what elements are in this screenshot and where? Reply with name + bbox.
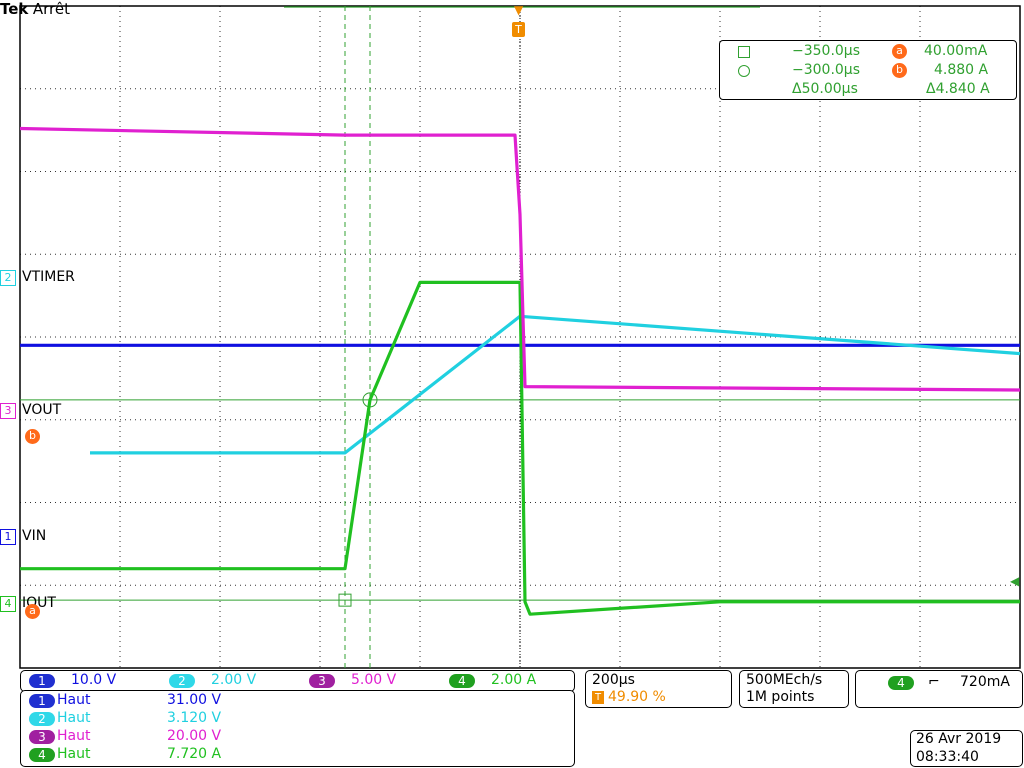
- measurement-value: 20.00 V: [167, 728, 222, 744]
- waveform-plot: [19, 5, 1021, 669]
- measurement-row[interactable]: 1 Haut 31.00 V: [29, 692, 569, 710]
- channel-scale-4[interactable]: 4 2.00 A: [449, 672, 585, 691]
- acquisition-state: Arrêt: [32, 0, 70, 18]
- cursor-a-marker[interactable]: a: [25, 604, 40, 619]
- channel-badge: 2: [169, 674, 195, 688]
- measurement-value: 3.120 V: [167, 710, 222, 726]
- channel-scale-value: 10.0 V: [71, 672, 117, 688]
- cursor-a-value: 40.00mA: [924, 43, 988, 59]
- brand-label: Tek: [0, 0, 29, 18]
- channel-scale-3[interactable]: 3 5.00 V: [309, 672, 445, 691]
- channel-scale-value: 5.00 V: [351, 672, 397, 688]
- channel-scale-bar: 1 10.0 V 2 2.00 V 3 5.00 V 4 2.00 A: [20, 670, 575, 692]
- trigger-position: 49.90 %: [608, 689, 666, 705]
- measurement-channel-badge: 1: [29, 694, 55, 708]
- vout-label: VOUT: [22, 402, 62, 418]
- cursor-b-marker[interactable]: b: [25, 429, 40, 444]
- cursor-dv: Δ4.840 A: [926, 81, 990, 97]
- date-label: 26 Avr 2019: [916, 731, 1002, 747]
- measurement-label: Haut: [57, 692, 91, 708]
- cursor-t2: −300.0µs: [792, 62, 861, 78]
- trigger-panel[interactable]: 4 ⌐ 720mA: [855, 670, 1023, 708]
- cursor-a-icon: a: [892, 44, 907, 59]
- trigger-level: 720mA: [960, 674, 1010, 690]
- channel-badge: 3: [309, 674, 335, 688]
- time-label: 08:33:40: [916, 749, 979, 765]
- trigger-slope-icon: ⌐: [928, 674, 940, 690]
- measurement-label: Haut: [57, 710, 91, 726]
- cursor-dt: Δ50.00µs: [792, 81, 858, 97]
- cursor-readout: −350.0µs −300.0µs Δ50.00µs a b 40.00mA 4…: [719, 40, 1017, 100]
- vin-label: VIN: [22, 528, 47, 544]
- ch1-marker[interactable]: 1: [0, 529, 16, 545]
- cursor-circle-icon: [738, 65, 750, 77]
- ch2-marker[interactable]: 2: [0, 270, 16, 286]
- measurement-row[interactable]: 3 Haut 20.00 V: [29, 728, 569, 746]
- channel-badge: 4: [449, 674, 475, 688]
- ch4-marker[interactable]: 4: [0, 596, 16, 612]
- record-length: 1M points: [746, 689, 815, 705]
- measurement-row[interactable]: 4 Haut 7.720 A: [29, 746, 569, 764]
- trigger-position-icon: T: [592, 691, 604, 704]
- trigger-arrow-icon: ▼: [514, 3, 524, 17]
- cursor-b-value: 4.880 A: [934, 62, 989, 78]
- sample-rate: 500MEch/s: [746, 672, 823, 688]
- trigger-position-marker[interactable]: T: [512, 22, 525, 37]
- channel-badge: 1: [29, 674, 55, 688]
- channel-scale-value: 2.00 V: [211, 672, 257, 688]
- measurement-channel-badge: 2: [29, 712, 55, 726]
- trigger-level-arrow-icon[interactable]: ◀: [1010, 574, 1019, 588]
- measurement-label: Haut: [57, 746, 91, 762]
- measurement-value: 7.720 A: [167, 746, 222, 762]
- acquisition-panel[interactable]: 500MEch/s 1M points: [739, 670, 849, 708]
- channel-scale-1[interactable]: 1 10.0 V: [29, 672, 165, 691]
- trigger-source-badge: 4: [888, 676, 914, 690]
- measurements-panel: 1 Haut 31.00 V 2 Haut 3.120 V 3 Haut 20.00 V 4 Hau…: [20, 690, 575, 767]
- vtimer-label: VTIMER: [22, 269, 75, 285]
- status-bar: Tek Arrêt: [0, 0, 70, 18]
- timebase-scale: 200µs: [592, 672, 635, 688]
- cursor-square-icon: [738, 46, 750, 58]
- measurement-value: 31.00 V: [167, 692, 222, 708]
- timebase-panel[interactable]: 200µs T 49.90 %: [585, 670, 732, 708]
- datetime-panel: 26 Avr 2019 08:33:40: [910, 730, 1023, 767]
- oscilloscope-screen: Tek Arrêt T ▼ −350.0µs −300.0µs Δ50.00µs…: [0, 0, 1024, 768]
- cursor-t1: −350.0µs: [792, 43, 861, 59]
- cursor-b-icon: b: [892, 63, 907, 78]
- measurement-row[interactable]: 2 Haut 3.120 V: [29, 710, 569, 728]
- ch3-marker[interactable]: 3: [0, 403, 16, 419]
- channel-scale-value: 2.00 A: [491, 672, 537, 688]
- measurement-channel-badge: 3: [29, 730, 55, 744]
- measurement-label: Haut: [57, 728, 91, 744]
- channel-scale-2[interactable]: 2 2.00 V: [169, 672, 305, 691]
- measurement-channel-badge: 4: [29, 748, 55, 762]
